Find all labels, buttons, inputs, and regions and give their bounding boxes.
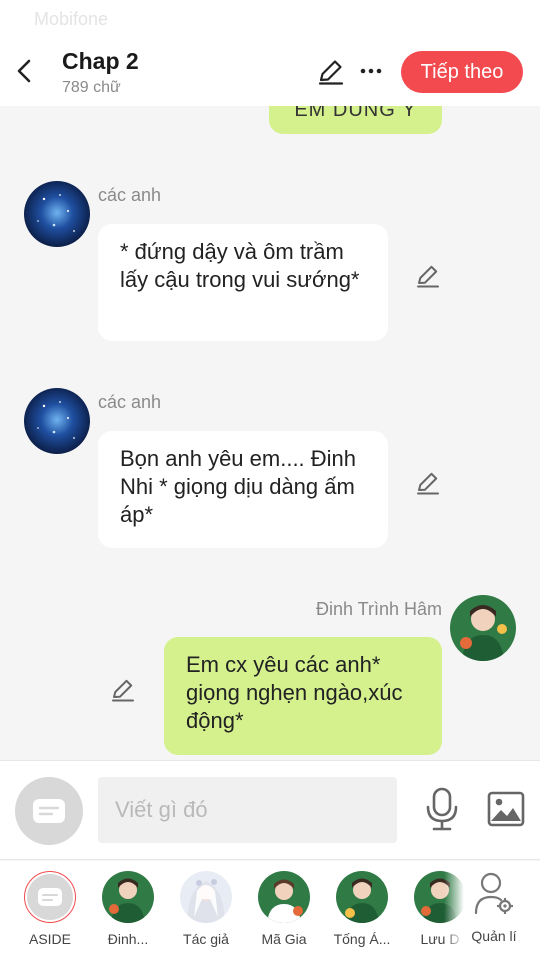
message-input-bar <box>0 760 540 860</box>
character-label: Tác giả <box>183 931 229 947</box>
character-item-dinh[interactable]: Đinh... <box>92 871 164 947</box>
character-label: Tống Á... <box>333 931 391 947</box>
character-avatar <box>336 871 388 923</box>
character-item-tong-a[interactable]: Tống Á... <box>326 871 398 947</box>
character-selector-bar: ASIDE Đinh... Tác giả Mã Gia Tống Á... L… <box>0 861 540 960</box>
character-item-aside[interactable]: ASIDE <box>14 871 86 947</box>
galaxy-avatar-icon <box>24 388 90 454</box>
message-bubble[interactable]: * đứng dậy và ôm trầm lấy cậu trong vui … <box>98 224 388 341</box>
scroll-fade <box>444 861 464 960</box>
message-bubble[interactable]: Bọn anh yêu em.... Đinh Nhi * giọng dịu … <box>98 431 388 548</box>
narration-toggle-button[interactable] <box>15 777 83 845</box>
message-bubble[interactable]: EM DÙNG Ý <box>269 106 442 134</box>
character-avatar[interactable] <box>450 595 516 661</box>
character-avatar[interactable] <box>24 181 90 247</box>
chat-area[interactable]: EM DÙNG Ý các anh * đứng dậy và ôm trầm … <box>0 106 540 760</box>
more-options-icon[interactable] <box>356 56 386 86</box>
chapter-title: Chap 2 <box>62 48 139 74</box>
word-count: 789 chữ <box>62 79 121 96</box>
next-chapter-button[interactable]: Tiếp theo <box>401 51 523 93</box>
manage-characters-button[interactable]: Quản lí <box>464 871 524 944</box>
character-label: Đinh... <box>107 931 149 947</box>
chapter-header: Chap 2 789 chữ Tiếp theo <box>0 40 540 106</box>
aside-avatar <box>24 871 76 923</box>
carrier-name: Mobifone <box>34 9 109 29</box>
sender-name: các anh <box>98 185 162 205</box>
character-avatar[interactable] <box>24 388 90 454</box>
character-label: Mã Gia <box>261 931 307 947</box>
edit-pencil-icon[interactable] <box>316 56 346 86</box>
message-text: EM DÙNG Ý <box>294 106 417 121</box>
character-avatar <box>102 871 154 923</box>
edit-message-pencil-icon[interactable] <box>414 468 442 496</box>
character-avatar <box>258 871 310 923</box>
back-arrow-icon[interactable] <box>10 54 40 88</box>
sender-name: các anh <box>98 392 162 412</box>
image-upload-icon[interactable] <box>487 791 525 827</box>
character-item-ma-gia[interactable]: Mã Gia <box>248 871 320 947</box>
message-text: Em cx yêu các anh* giọng nghẹn ngào,xúc … <box>186 652 403 733</box>
edit-message-pencil-icon[interactable] <box>414 261 442 289</box>
character-item-author[interactable]: Tác giả <box>170 871 242 947</box>
user-settings-icon <box>474 872 513 915</box>
microphone-icon[interactable] <box>424 787 460 831</box>
author-avatar <box>180 871 232 923</box>
galaxy-avatar-icon <box>24 181 90 247</box>
sender-name: Đinh Trình Hâm <box>315 599 442 619</box>
character-label: ASIDE <box>28 931 71 947</box>
manage-label: Quản lí <box>471 928 517 944</box>
message-text: * đứng dậy và ôm trầm lấy cậu trong vui … <box>120 239 360 292</box>
chat-bubble-icon <box>38 888 62 906</box>
person-avatar-icon <box>450 595 516 661</box>
chat-bubble-icon <box>33 799 65 823</box>
message-text: Bọn anh yêu em.... Đinh Nhi * giọng dịu … <box>120 446 357 527</box>
message-input[interactable] <box>98 777 397 843</box>
edit-message-pencil-icon[interactable] <box>109 675 137 703</box>
status-bar: Mobifone <box>0 0 540 40</box>
message-bubble[interactable]: Em cx yêu các anh* giọng nghẹn ngào,xúc … <box>164 637 442 755</box>
